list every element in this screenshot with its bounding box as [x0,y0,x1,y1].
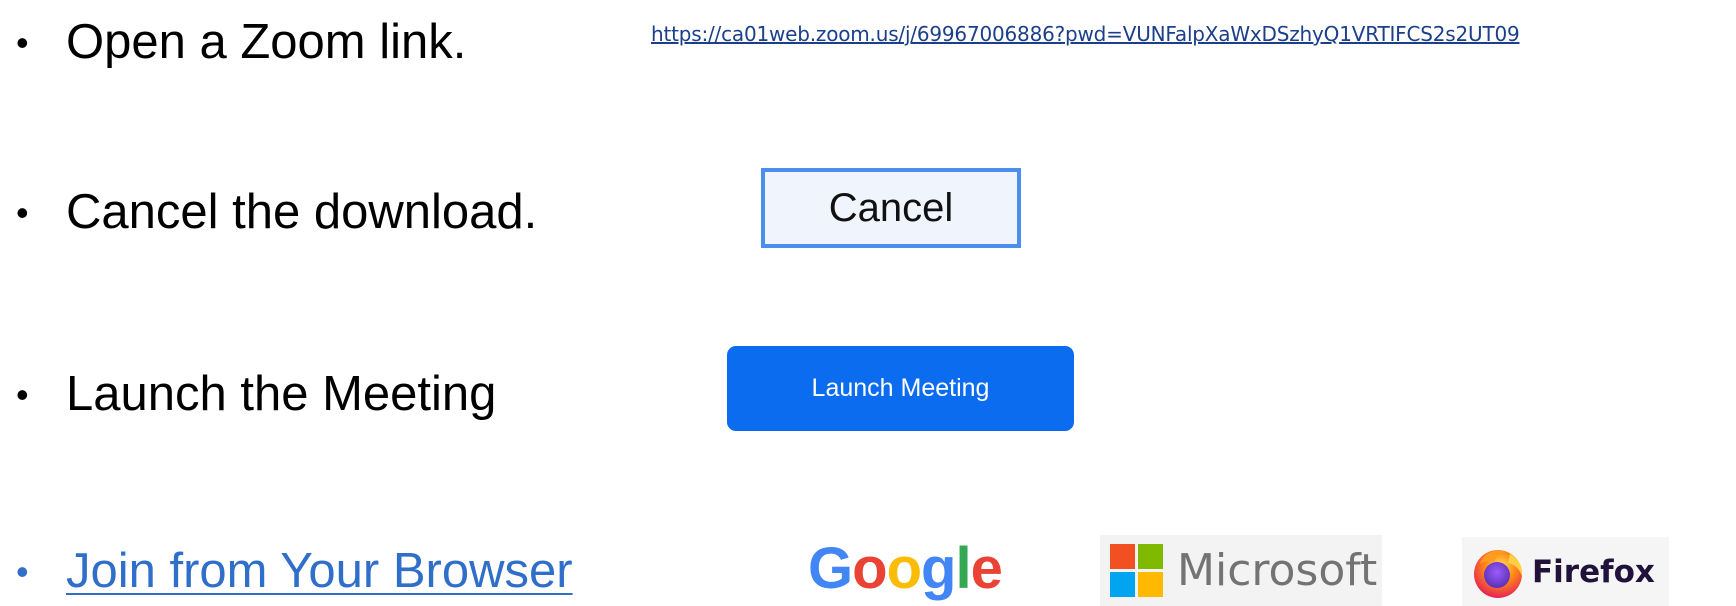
join-from-browser-link[interactable]: Join from Your Browser [66,547,573,596]
step-join-from-browser: • Join from Your Browser [14,547,573,596]
firefox-logo: Firefox [1462,537,1669,606]
step-open-zoom-link: • Open a Zoom link. [14,18,466,67]
cancel-button[interactable]: Cancel [761,168,1021,248]
bullet: • [16,550,29,592]
bullet: • [16,191,29,233]
firefox-icon [1474,549,1523,598]
microsoft-logo: Microsoft [1100,535,1382,606]
launch-meeting-button[interactable]: Launch Meeting [727,346,1074,431]
step-text: Launch the Meeting [66,367,497,421]
google-logo: Google [808,535,1003,602]
google-letter: o [852,536,887,601]
bullet: • [16,21,29,63]
google-letter: o [886,536,922,601]
zoom-meeting-link[interactable]: https://ca01web.zoom.us/j/69967006886?pw… [651,22,1520,46]
step-text: Cancel the download. [66,185,538,239]
microsoft-windows-icon [1110,544,1163,597]
firefox-label: Firefox [1532,553,1655,590]
google-letter: e [970,536,1003,601]
bullet: • [16,373,29,415]
google-letter: g [921,536,956,601]
microsoft-label: Microsoft [1177,545,1378,596]
step-cancel-download: • Cancel the download. [14,188,537,237]
google-letter: l [955,536,971,601]
step-launch-meeting: • Launch the Meeting [14,370,496,419]
step-text: Open a Zoom link. [66,15,467,69]
google-letter: G [808,536,853,601]
